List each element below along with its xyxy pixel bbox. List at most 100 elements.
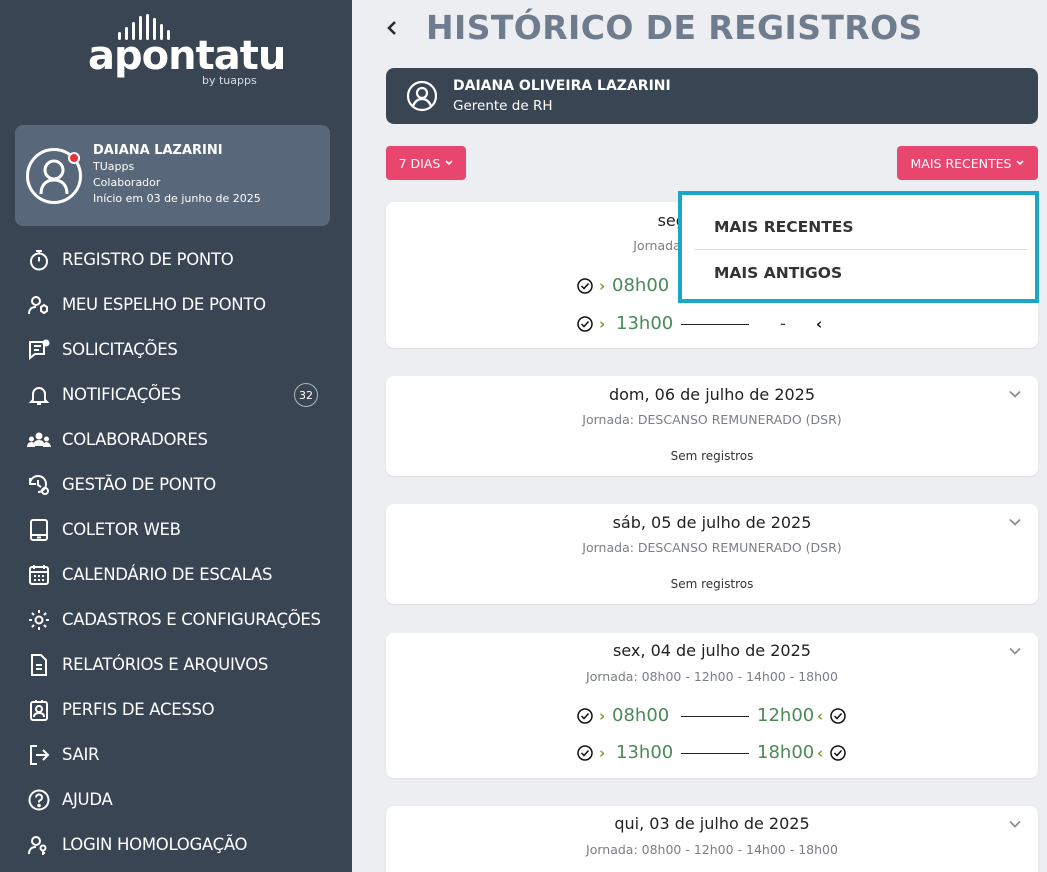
menu-item-label: CADASTROS E CONFIGURAÇÕES <box>62 610 321 629</box>
order-filter-label: MAIS RECENTES <box>910 155 1012 171</box>
menu-item-solicitacoes[interactable]: SOLICITAÇÕES <box>0 327 352 372</box>
user-company: TUapps <box>93 160 135 173</box>
profile-badge-icon <box>27 698 51 722</box>
entry-time: 13h00 <box>616 742 674 763</box>
entry-arrow-icon: › <box>599 744 606 762</box>
day-date: dom, 06 de julho de 2025 <box>608 385 816 404</box>
dropdown-option-mais-antigos[interactable]: MAIS ANTIGOS <box>714 264 842 282</box>
day-date: sex, 04 de julho de 2025 <box>613 641 811 660</box>
menu-item-calendario-de-escalas[interactable]: CALENDÁRIO DE ESCALAS <box>0 552 352 597</box>
menu-item-label: NOTIFICAÇÕES <box>62 385 181 404</box>
period-filter-label: 7 DIAS <box>398 155 441 171</box>
document-icon <box>27 653 51 677</box>
dropdown-option-mais-recentes[interactable]: MAIS RECENTES <box>714 218 854 236</box>
main-content: HISTÓRICO DE REGISTROS DAIANA OLIVEIRA L… <box>352 0 1047 872</box>
user-start-date: Início em 03 de junho de 2025 <box>93 192 261 205</box>
stopwatch-icon <box>27 248 51 272</box>
sidebar-menu: REGISTRO DE PONTO MEU ESPELHO DE PONTO S… <box>0 237 352 867</box>
notification-dot <box>68 152 80 164</box>
no-records-label: Sem registros <box>670 577 754 591</box>
bell-icon <box>27 383 51 407</box>
employee-banner: DAIANA OLIVEIRA LAZARINI Gerente de RH <box>386 68 1038 124</box>
user-settings-icon <box>27 293 51 317</box>
chevron-down-icon <box>1009 820 1021 828</box>
menu-item-label: SAIR <box>62 745 100 764</box>
menu-item-label: RELATÓRIOS E ARQUIVOS <box>62 655 269 674</box>
day-jornada: Jornada: DESCANSO REMUNERADO (DSR) <box>582 412 842 427</box>
menu-item-sair[interactable]: SAIR <box>0 732 352 777</box>
check-circle-icon <box>577 745 593 761</box>
exit-arrow-icon: ‹ <box>817 744 824 762</box>
gear-icon <box>27 608 51 632</box>
check-circle-icon <box>577 708 593 724</box>
entry-time: 08h00 <box>612 705 670 726</box>
day-card[interactable]: sáb, 05 de julho de 2025 Jornada: DESCAN… <box>386 504 1038 604</box>
entry-time: 13h00 <box>616 313 674 334</box>
menu-item-perfis-de-acesso[interactable]: PERFIS DE ACESSO <box>0 687 352 732</box>
exit-time: 18h00 <box>757 742 815 763</box>
user-circle-icon <box>406 80 438 112</box>
punch-connector-line <box>681 753 749 754</box>
dropdown-divider <box>694 249 1027 250</box>
sidebar: apontatu by tuapps DAIANA LAZARINI TUapp… <box>0 0 352 872</box>
day-card[interactable]: qui, 03 de julho de 2025 Jornada: 08h00 … <box>386 806 1038 872</box>
menu-item-label: COLABORADORES <box>62 430 208 449</box>
exit-time: 12h00 <box>757 705 815 726</box>
menu-item-registro-de-ponto[interactable]: REGISTRO DE PONTO <box>0 237 352 282</box>
menu-item-label: REGISTRO DE PONTO <box>62 250 234 269</box>
exit-time: - <box>780 314 786 333</box>
logout-icon <box>27 743 51 767</box>
menu-item-login-homologacao[interactable]: LOGIN HOMOLOGAÇÃO <box>0 822 352 867</box>
time-management-icon <box>27 473 51 497</box>
period-filter-button[interactable]: 7 DIAS <box>386 146 466 180</box>
chevron-down-icon <box>1016 160 1025 166</box>
page-title: HISTÓRICO DE REGISTROS <box>426 8 923 47</box>
day-jornada: Jornada: 08h00 - 12h00 - 14h00 - 18h00 <box>586 842 838 857</box>
menu-item-label: GESTÃO DE PONTO <box>62 475 216 494</box>
chevron-down-icon <box>1009 390 1021 398</box>
employee-role: Gerente de RH <box>453 98 553 114</box>
chat-request-icon <box>27 338 51 362</box>
menu-item-label: AJUDA <box>62 790 113 809</box>
apontatu-logo[interactable]: apontatu by tuapps <box>88 10 286 90</box>
punch-connector-line <box>681 716 749 717</box>
punch-row: › 08h00 12h00 ‹ <box>386 704 1038 728</box>
menu-item-gestao-de-ponto[interactable]: GESTÃO DE PONTO <box>0 462 352 507</box>
menu-item-relatorios-e-arquivos[interactable]: RELATÓRIOS E ARQUIVOS <box>0 642 352 687</box>
menu-item-colaboradores[interactable]: COLABORADORES <box>0 417 352 462</box>
entry-time: 08h00 <box>612 275 670 296</box>
menu-item-ajuda[interactable]: AJUDA <box>0 777 352 822</box>
punch-row: › 13h00 18h00 ‹ <box>386 741 1038 765</box>
day-jornada: Jornada: 08h00 - 12h00 - 14h00 - 18h00 <box>586 669 838 684</box>
check-circle-icon <box>577 278 593 294</box>
day-card[interactable]: sex, 04 de julho de 2025 Jornada: 08h00 … <box>386 633 1038 778</box>
punch-connector-line <box>681 324 749 325</box>
menu-item-label: COLETOR WEB <box>62 520 181 539</box>
exit-arrow-icon: ‹ <box>817 707 824 725</box>
notification-count-badge: 32 <box>294 383 318 407</box>
menu-item-label: MEU ESPELHO DE PONTO <box>62 295 266 314</box>
menu-item-label: PERFIS DE ACESSO <box>62 700 215 719</box>
day-date: sáb, 05 de julho de 2025 <box>612 513 812 532</box>
menu-item-meu-espelho-de-ponto[interactable]: MEU ESPELHO DE PONTO <box>0 282 352 327</box>
menu-item-notificacoes[interactable]: NOTIFICAÇÕES 32 <box>0 372 352 417</box>
order-filter-button[interactable]: MAIS RECENTES <box>897 146 1038 180</box>
menu-item-label: SOLICITAÇÕES <box>62 340 178 359</box>
entry-arrow-icon: › <box>599 277 606 295</box>
menu-item-label: LOGIN HOMOLOGAÇÃO <box>62 835 248 854</box>
day-jornada: Jornada: DESCANSO REMUNERADO (DSR) <box>582 540 842 555</box>
user-name: DAIANA LAZARINI <box>93 143 223 158</box>
menu-item-coletor-web[interactable]: COLETOR WEB <box>0 507 352 552</box>
back-chevron-icon[interactable] <box>383 16 401 40</box>
logo-wordmark: apontatu <box>88 33 286 79</box>
logo-byline: by tuapps <box>202 74 257 87</box>
menu-item-cadastros-e-configuracoes[interactable]: CADASTROS E CONFIGURAÇÕES <box>0 597 352 642</box>
order-dropdown-menu: MAIS RECENTES MAIS ANTIGOS <box>678 191 1039 303</box>
day-card[interactable]: dom, 06 de julho de 2025 Jornada: DESCAN… <box>386 376 1038 476</box>
chevron-down-icon <box>1009 518 1021 526</box>
user-key-icon <box>27 833 51 857</box>
team-icon <box>27 428 51 452</box>
check-circle-icon <box>830 745 846 761</box>
user-card[interactable]: DAIANA LAZARINI TUapps Colaborador Iníci… <box>15 125 330 226</box>
entry-arrow-icon: › <box>599 707 606 725</box>
